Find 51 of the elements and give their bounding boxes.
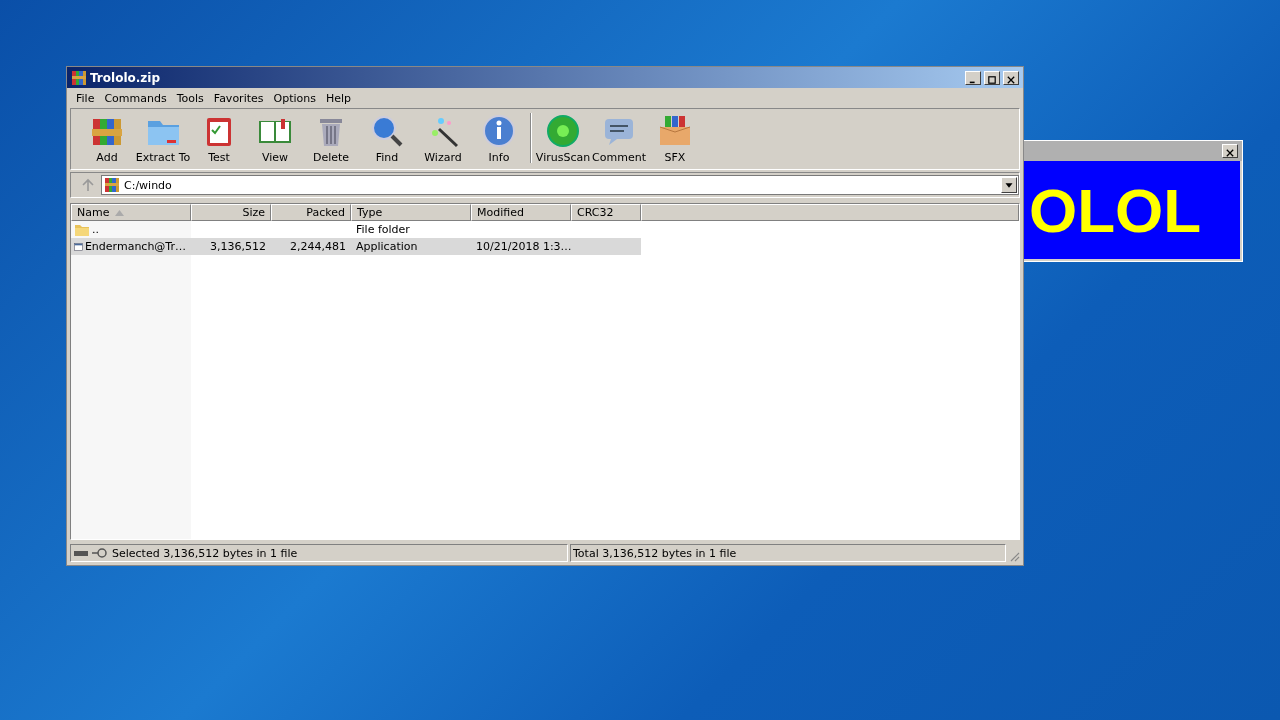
archive-icon (71, 69, 87, 86)
maximize-icon (988, 75, 996, 84)
table-cell: 2,244,481 (290, 240, 346, 253)
minimize-button[interactable] (965, 70, 981, 85)
column-header[interactable]: Type (351, 204, 471, 221)
maximize-button[interactable] (984, 70, 1000, 85)
menu-item[interactable]: Options (269, 91, 322, 105)
toolbar-button[interactable]: Test (191, 113, 247, 164)
archive-icon (104, 177, 120, 193)
resize-grip-icon[interactable] (1008, 550, 1020, 562)
toolbar-button[interactable]: SFX (647, 113, 703, 164)
column-header[interactable]: Modified (471, 204, 571, 221)
dropdown-button[interactable] (1001, 177, 1017, 193)
table-cell: .. (92, 223, 99, 236)
menu-item[interactable]: Tools (172, 91, 210, 105)
file-row[interactable]: Endermanch@Tr… 3,136,512 2,244,481 Application 10/21/2018 1:3… (71, 238, 641, 255)
search-icon (369, 113, 405, 149)
close-icon (1226, 149, 1234, 157)
window-title: Trololo.zip (90, 70, 161, 85)
toolbar-button[interactable]: Add (79, 113, 135, 164)
table-cell: Endermanch@Tr… (84, 240, 186, 253)
status-text: Total 3,136,512 bytes in 1 file (573, 546, 737, 560)
toolbar-button[interactable]: Find (359, 113, 415, 164)
toolbar-button[interactable]: Comment (591, 113, 647, 164)
menu-item[interactable]: File (72, 91, 101, 105)
menu-item[interactable]: Commands (100, 91, 173, 105)
column-header[interactable]: Packed (271, 204, 351, 221)
column-header[interactable]: CRC32 (571, 204, 641, 221)
close-button[interactable] (1003, 70, 1019, 85)
table-cell: File folder (356, 223, 410, 236)
address-field[interactable]: C:/windo (101, 175, 1019, 195)
table-cell: 10/21/2018 1:3… (476, 240, 572, 253)
file-row[interactable]: .. File folder (71, 221, 641, 238)
drive-key-icon (73, 547, 109, 559)
banner-text: OLOL (1029, 174, 1202, 246)
toolbar-button[interactable]: View (247, 113, 303, 164)
column-header[interactable]: Name (71, 204, 191, 221)
menu-item[interactable]: Help (321, 91, 358, 105)
table-cell: Application (356, 240, 418, 253)
toolbar-button[interactable]: VirusScan (535, 113, 591, 164)
toolbar-button[interactable]: Wizard (415, 113, 471, 164)
close-icon (1007, 75, 1015, 84)
status-text: Selected 3,136,512 bytes in 1 file (112, 546, 298, 560)
info-icon (481, 113, 517, 149)
menu-item[interactable]: Favorites (209, 91, 270, 105)
close-button[interactable] (1222, 144, 1238, 158)
table-cell: 3,136,512 (210, 240, 266, 253)
toolbar-button[interactable]: Info (471, 113, 527, 164)
toolbar-button[interactable]: Extract To (135, 113, 191, 164)
column-header[interactable]: Size (191, 204, 271, 221)
toolbar-button[interactable]: Delete (303, 113, 359, 164)
